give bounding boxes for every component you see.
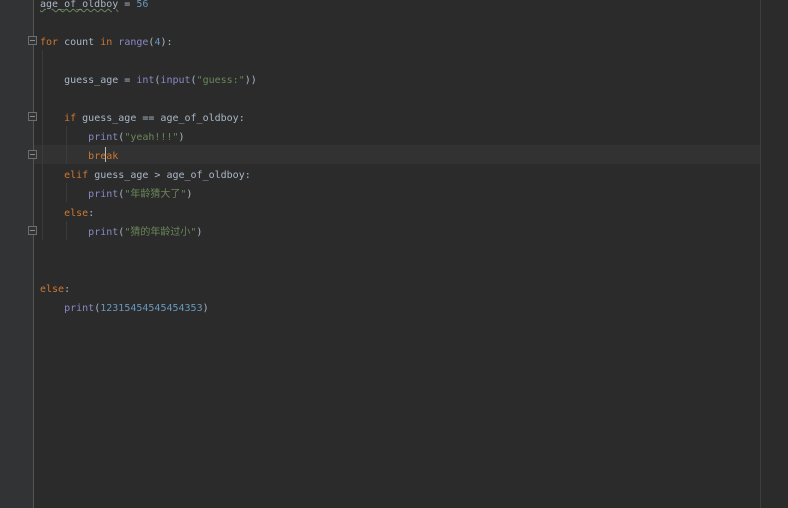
code-token: )) — [244, 75, 257, 86]
code-line[interactable]: else: — [40, 280, 70, 299]
code-token: for — [40, 37, 59, 48]
code-line[interactable]: guess_age = int(input("guess:")) — [40, 71, 257, 90]
code-token: "猜的年龄过小" — [124, 227, 197, 238]
code-token: 12315454545454353 — [100, 303, 203, 314]
code-token: 56 — [136, 0, 149, 10]
code-token: guess_age > age_of_oldboy: — [88, 170, 251, 181]
code-token: print — [88, 132, 119, 143]
code-line[interactable]: print("年龄猜大了") — [40, 185, 192, 204]
code-token: ) — [178, 132, 185, 143]
code-token: print — [64, 303, 95, 314]
code-token: ) — [202, 303, 209, 314]
code-line[interactable]: print("yeah!!!") — [40, 128, 185, 147]
code-token: "guess:" — [196, 75, 245, 86]
code-token: int — [136, 75, 155, 86]
code-editor[interactable]: age_of_oldboy = 56 for count in range(4):… — [0, 0, 788, 508]
code-line[interactable]: age_of_oldboy = 56 — [40, 0, 148, 14]
code-line[interactable]: print("猜的年龄过小") — [40, 223, 202, 242]
code-token: ) — [186, 189, 193, 200]
code-line[interactable]: elif guess_age > age_of_oldboy: — [40, 166, 251, 185]
code-token: print — [88, 227, 119, 238]
code-token: : — [64, 284, 71, 295]
code-token: ) — [196, 227, 203, 238]
code-token: "yeah!!!" — [124, 132, 179, 143]
text-caret — [105, 147, 106, 162]
code-token: "年龄猜大了" — [124, 189, 187, 200]
code-line[interactable]: else: — [40, 204, 94, 223]
code-token: break — [88, 151, 119, 162]
code-token: input — [160, 75, 191, 86]
fold-marker-icon[interactable] — [28, 112, 37, 121]
code-token: else — [64, 208, 89, 219]
editor-gutter[interactable] — [0, 0, 33, 508]
code-token: elif — [64, 170, 89, 181]
fold-marker-icon[interactable] — [28, 150, 37, 159]
code-token: age_of_oldboy — [40, 0, 119, 10]
code-token: guess_age = — [40, 75, 137, 86]
code-token: else — [40, 284, 65, 295]
code-line[interactable]: break — [40, 147, 118, 166]
code-token: if — [64, 113, 77, 124]
code-token: = — [118, 0, 137, 10]
fold-marker-icon[interactable] — [28, 36, 37, 45]
code-token: guess_age == age_of_oldboy: — [76, 113, 245, 124]
gutter-divider — [33, 0, 34, 508]
current-line-highlight — [34, 145, 760, 164]
code-token: range — [118, 37, 149, 48]
code-token: : — [88, 208, 95, 219]
code-token: print — [88, 189, 119, 200]
code-token: ): — [160, 37, 173, 48]
fold-marker-icon[interactable] — [28, 226, 37, 235]
code-line[interactable]: if guess_age == age_of_oldboy: — [40, 109, 245, 128]
code-line[interactable]: print(12315454545454353) — [40, 299, 209, 318]
code-line[interactable]: for count in range(4): — [40, 33, 173, 52]
right-margin-guide — [760, 0, 761, 508]
code-token: in — [100, 37, 113, 48]
code-token: count — [58, 37, 101, 48]
